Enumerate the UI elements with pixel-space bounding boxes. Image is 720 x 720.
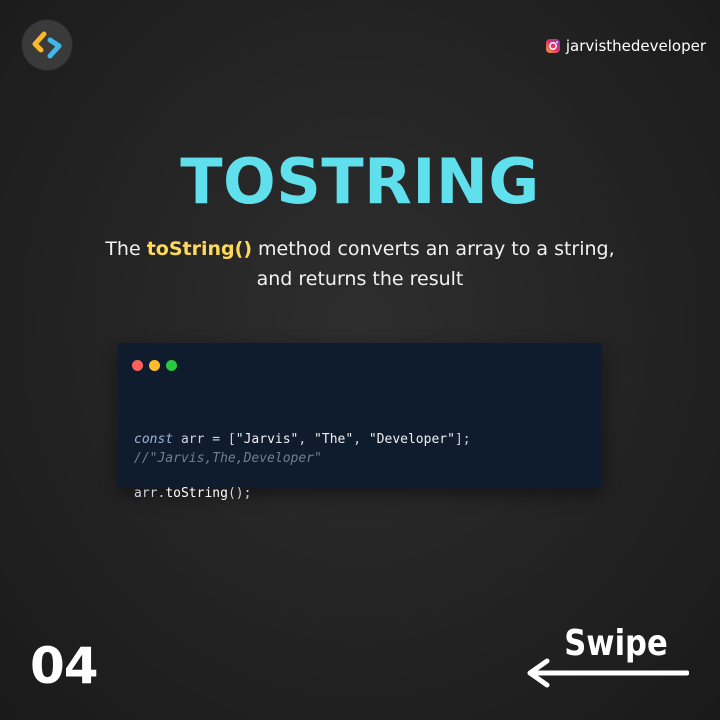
minimize-dot-icon <box>149 360 160 371</box>
description-line-2: and returns the result <box>256 268 464 290</box>
brand-logo <box>22 20 72 70</box>
code-line-1: const arr = ["Jarvis", "The", "Developer… <box>134 431 471 449</box>
description-line1-rest: method converts an array to a string, <box>252 238 615 260</box>
close-dot-icon <box>132 360 143 371</box>
social-handle[interactable]: jarvisthedeveloper <box>545 36 706 56</box>
code-method: toString <box>165 486 228 501</box>
code-comma-1: , <box>298 432 315 447</box>
arrow-left-icon[interactable] <box>527 658 689 688</box>
maximize-dot-icon <box>166 360 177 371</box>
code-end-2: (); <box>227 486 252 501</box>
code-comment: //"Jarvis,The,Developer" <box>134 451 322 466</box>
code-var: arr = [ <box>173 432 236 447</box>
description-line-1: The toString() method converts an array … <box>60 234 660 264</box>
code-string-3: "Developer" <box>368 432 455 447</box>
code-comma-2: , <box>353 432 369 447</box>
code-brackets-logo-icon <box>32 31 62 59</box>
slide-title: TOSTRING <box>180 145 540 218</box>
code-object: arr. <box>134 486 166 501</box>
code-string-1: "Jarvis" <box>235 432 299 447</box>
slide-description: The toString() method converts an array … <box>60 234 660 294</box>
description-highlight: toString() <box>146 238 252 260</box>
code-keyword: const <box>134 432 174 447</box>
code-string-2: "The" <box>314 432 354 447</box>
handle-text: jarvisthedeveloper <box>565 37 706 55</box>
page-number: 04 <box>30 637 99 695</box>
window-controls <box>132 360 177 371</box>
code-window: const arr = ["Jarvis", "The", "Developer… <box>118 343 602 501</box>
description-prefix: The <box>105 238 147 260</box>
code-end-1: ]; <box>454 432 471 447</box>
code-line-2: arr.toString(); <box>134 485 471 503</box>
instagram-icon <box>545 39 560 53</box>
